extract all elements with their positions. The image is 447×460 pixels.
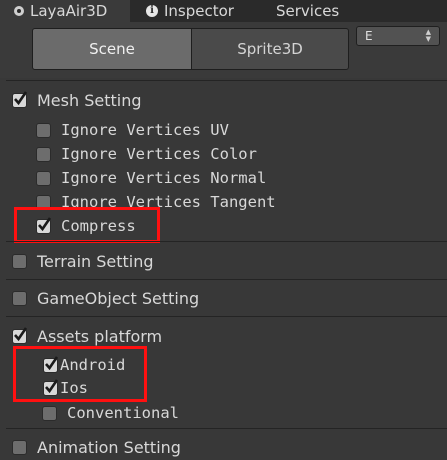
gameobject-setting-label: GameObject Setting — [37, 288, 200, 308]
ignore-vertices-normal-checkbox[interactable] — [36, 170, 51, 186]
divider — [6, 316, 447, 317]
conventional-label: Conventional — [67, 404, 179, 422]
assets-platform-row: Assets platform — [0, 326, 447, 346]
mode-dropdown-value: E — [365, 29, 373, 43]
animation-setting-row: Animation Setting — [0, 437, 447, 457]
gear-icon — [14, 6, 24, 16]
divider — [6, 80, 447, 81]
assets-platform-checkbox[interactable] — [12, 326, 28, 344]
mesh-setting-checkbox[interactable] — [12, 90, 28, 108]
ignore-vertices-normal-label: Ignore Vertices Normal — [61, 169, 267, 187]
terrain-setting-checkbox[interactable] — [12, 253, 27, 269]
animation-setting-label: Animation Setting — [37, 437, 181, 457]
ignore-vertices-color-checkbox[interactable] — [36, 146, 51, 162]
mesh-setting-label: Mesh Setting — [37, 90, 142, 110]
terrain-setting-row: Terrain Setting — [0, 251, 447, 271]
tab-strip: LayaAir3D i Inspector Services — [0, 0, 447, 22]
toolbar: Scene Sprite3D E ▲ ▼ — [0, 22, 447, 78]
sprite3d-button-label: Sprite3D — [237, 40, 303, 58]
ignore-vertices-uv-label: Ignore Vertices UV — [61, 121, 229, 139]
ignore-vertices-normal-row: Ignore Vertices Normal — [0, 168, 447, 188]
updown-arrow-icon: ▲ ▼ — [425, 28, 431, 43]
conventional-checkbox[interactable] — [42, 405, 57, 421]
assets-platform-label: Assets platform — [37, 326, 163, 346]
mesh-setting-row: Mesh Setting — [0, 90, 447, 110]
tab-layaair3d-label: LayaAir3D — [30, 2, 108, 20]
ignore-vertices-color-label: Ignore Vertices Color — [61, 145, 257, 163]
ignore-vertices-color-row: Ignore Vertices Color — [0, 144, 447, 164]
scene-button[interactable]: Scene — [32, 28, 192, 70]
tab-inspector-label: Inspector — [164, 2, 234, 20]
tab-services[interactable]: Services — [276, 0, 366, 22]
mode-dropdown[interactable]: E ▲ ▼ — [356, 26, 440, 46]
animation-setting-checkbox[interactable] — [12, 439, 27, 455]
conventional-row: Conventional — [0, 403, 447, 423]
terrain-setting-label: Terrain Setting — [37, 251, 154, 271]
tab-inspector[interactable]: i Inspector — [146, 0, 256, 22]
highlight-box — [14, 207, 160, 243]
scene-button-label: Scene — [89, 40, 135, 58]
ignore-vertices-uv-row: Ignore Vertices UV — [0, 120, 447, 140]
gameobject-setting-row: GameObject Setting — [0, 288, 447, 308]
tab-services-label: Services — [276, 2, 340, 20]
ignore-vertices-uv-checkbox[interactable] — [36, 122, 51, 138]
gameobject-setting-checkbox[interactable] — [12, 290, 27, 306]
info-icon: i — [146, 5, 158, 17]
divider — [6, 428, 447, 429]
sprite3d-button[interactable]: Sprite3D — [191, 28, 349, 70]
tab-layaair3d[interactable]: LayaAir3D — [0, 0, 130, 22]
divider — [6, 241, 447, 242]
divider — [6, 279, 447, 280]
highlight-box — [13, 346, 147, 402]
